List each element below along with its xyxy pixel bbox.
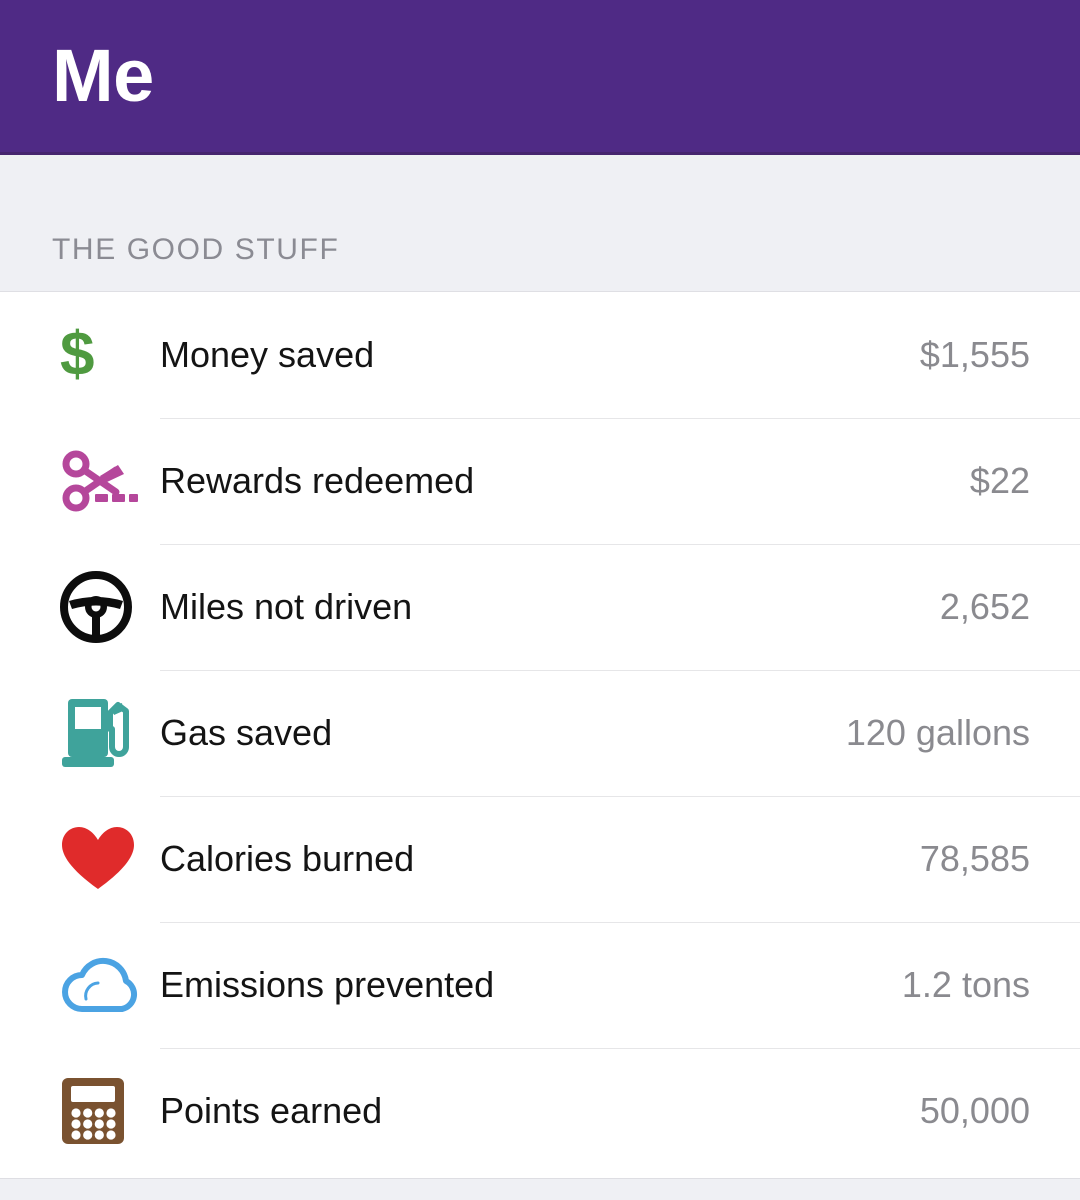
page-title: Me <box>52 34 154 117</box>
list-item-label: Gas saved <box>160 712 333 754</box>
list-item[interactable]: $ Money saved $1,555 <box>0 292 1080 418</box>
list-item-label: Miles not driven <box>160 586 413 628</box>
me-screen: Me THE GOOD STUFF $ Money saved $1,555 R… <box>0 0 1080 1200</box>
list-item[interactable]: Rewards redeemed $22 <box>0 418 1080 544</box>
list-item[interactable]: Emissions prevented 1.2 tons <box>0 922 1080 1048</box>
footer-strip <box>0 1178 1080 1200</box>
section-header-label: THE GOOD STUFF <box>52 233 340 266</box>
steering-wheel-icon <box>52 567 160 647</box>
list-item[interactable]: Gas saved 120 gallons <box>0 670 1080 796</box>
list-item-label: Points earned <box>160 1090 383 1132</box>
section-header: THE GOOD STUFF <box>0 155 1080 292</box>
app-header: Me <box>0 0 1080 155</box>
list-item[interactable]: Calories burned 78,585 <box>0 796 1080 922</box>
list-item-label: Emissions prevented <box>160 964 495 1006</box>
calculator-icon <box>52 1071 160 1151</box>
gas-pump-icon <box>52 693 160 773</box>
list-item-value: 120 gallons <box>845 712 1030 754</box>
list-item-value: $1,555 <box>919 334 1030 376</box>
list-item-value: 1.2 tons <box>901 964 1030 1006</box>
dollar-sign-icon: $ <box>60 320 95 389</box>
list-item[interactable]: Points earned 50,000 <box>0 1048 1080 1174</box>
stats-list: $ Money saved $1,555 Rewards redeemed $2… <box>0 292 1080 1178</box>
list-item-value: 50,000 <box>919 1090 1030 1132</box>
cloud-icon <box>52 945 160 1025</box>
list-item[interactable]: Miles not driven 2,652 <box>0 544 1080 670</box>
list-item-label: Money saved <box>160 334 375 376</box>
list-item-value: 78,585 <box>919 838 1030 880</box>
list-item-value: 2,652 <box>939 586 1030 628</box>
list-item-label: Rewards redeemed <box>160 460 475 502</box>
list-item-label: Calories burned <box>160 838 415 880</box>
heart-icon <box>52 819 160 899</box>
scissors-coupon-icon <box>52 441 160 521</box>
list-item-value: $22 <box>969 460 1030 502</box>
